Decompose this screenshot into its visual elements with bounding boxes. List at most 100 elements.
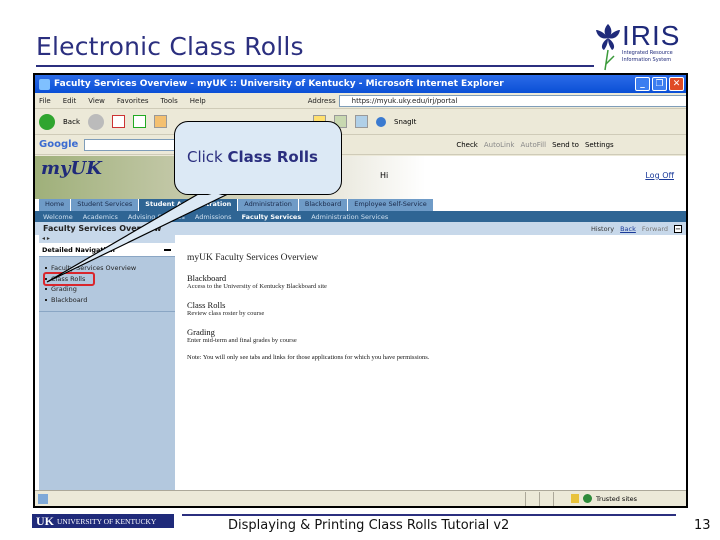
logoff-link[interactable]: Log Off	[645, 171, 674, 180]
section-title: Class Rolls	[187, 300, 226, 310]
section-title: Grading	[187, 327, 215, 337]
page-status-icon	[38, 493, 48, 504]
page-header-bar: Faculty Services Overview History Back F…	[35, 222, 686, 235]
google-autofill-button[interactable]: AutoFill	[520, 141, 546, 149]
subtab-welcome[interactable]: Welcome	[43, 213, 73, 221]
sub-tabs: Welcome Academics Advising Services Admi…	[35, 211, 686, 222]
address-input[interactable]: https://myuk.uky.edu/irj/portal	[338, 94, 686, 107]
iris-logo: IRIS Integrated Resource Information Sys…	[594, 20, 694, 72]
address-label: Address	[307, 96, 336, 105]
subtab-administration-services[interactable]: Administration Services	[311, 213, 388, 221]
nav-list: Faculty Services Overview Class Rolls Gr…	[39, 257, 175, 305]
snagit-button[interactable]: SnagIt	[394, 118, 416, 126]
nav-title: Detailed Navigation	[42, 245, 115, 254]
page-heading: Faculty Services Overview	[43, 224, 162, 233]
section-grading: Grading Enter mid-term and final grades …	[187, 327, 667, 344]
nav-arrows[interactable]: ◂ ▸	[39, 235, 175, 243]
forward-arrow-icon[interactable]	[88, 113, 104, 130]
menu-tools[interactable]: Tools	[161, 97, 178, 105]
menu-edit[interactable]: Edit	[63, 97, 77, 105]
section-desc: Review class roster by course	[187, 310, 265, 317]
messenger-icon[interactable]	[355, 115, 368, 128]
footer-rule	[182, 514, 676, 516]
subtab-admissions[interactable]: Admissions	[195, 213, 232, 221]
back-arrow-icon[interactable]	[39, 113, 55, 130]
refresh-icon[interactable]	[133, 115, 146, 128]
subtab-faculty-services[interactable]: Faculty Services	[242, 213, 302, 221]
nav-item-faculty-services-overview[interactable]: Faculty Services Overview	[45, 263, 175, 274]
menu-bar: File Edit View Favorites Tools Help Addr…	[35, 93, 686, 109]
bullet-icon	[45, 298, 47, 301]
section-desc: Access to the University of Kentucky Bla…	[187, 283, 327, 290]
section-title: Blackboard	[187, 273, 227, 283]
browser-window: Faculty Services Overview - myUK :: Univ…	[33, 73, 688, 508]
bullet-icon	[45, 288, 47, 291]
slide-number: 13	[694, 518, 711, 533]
nav-divider	[39, 311, 175, 312]
home-icon[interactable]	[154, 115, 167, 128]
permissions-note: Note: You will only see tabs and links f…	[187, 354, 430, 361]
close-button[interactable]: ✕	[669, 77, 684, 91]
lock-icon	[571, 494, 579, 503]
nav-item-class-rolls[interactable]: Class Rolls	[43, 271, 95, 286]
google-sendto-button[interactable]: Send to	[552, 141, 579, 149]
minimize-pane-icon[interactable]: −	[674, 224, 682, 233]
tab-student-administration[interactable]: Student Administration	[139, 199, 239, 211]
menu-view[interactable]: View	[88, 97, 105, 105]
menu-help[interactable]: Help	[190, 97, 206, 105]
back-button[interactable]: Back	[63, 118, 80, 126]
iris-flower-icon	[596, 24, 620, 71]
collapse-icon[interactable]	[164, 248, 171, 251]
uk-footer-logo: UK UNIVERSITY OF KENTUCKY	[32, 514, 174, 528]
google-settings-button[interactable]: Settings	[585, 141, 614, 149]
menu-favorites[interactable]: Favorites	[117, 97, 149, 105]
back-link[interactable]: Back	[620, 225, 636, 233]
status-bar: Trusted sites	[35, 490, 686, 506]
ie-icon	[39, 78, 50, 90]
section-class-rolls: Class Rolls Review class roster by cours…	[187, 300, 667, 317]
window-title: Faculty Services Overview - myUK :: Univ…	[54, 79, 504, 89]
google-logo: Google	[39, 139, 79, 150]
subtab-academics[interactable]: Academics	[83, 213, 118, 221]
bullet-icon	[45, 267, 47, 270]
overview-content: myUK Faculty Services Overview Blackboar…	[187, 249, 667, 361]
google-autolink-button[interactable]: AutoLink	[484, 141, 515, 149]
google-toolbar: Google Check AutoLink AutoFill Send to S…	[35, 135, 686, 155]
tab-student-services[interactable]: Student Services	[71, 199, 140, 211]
section-desc: Enter mid-term and final grades by cours…	[187, 337, 297, 344]
nav-item-blackboard[interactable]: Blackboard	[45, 295, 175, 306]
instruction-callout: Click Class Rolls	[174, 121, 342, 195]
iris-subtitle: Integrated Resource Information System	[622, 50, 673, 63]
tab-home[interactable]: Home	[39, 199, 72, 211]
tab-blackboard[interactable]: Blackboard	[298, 199, 349, 211]
callout-target: Class Rolls	[227, 148, 318, 166]
callout-text: Click Class Rolls	[187, 148, 318, 166]
subtab-advising-services[interactable]: Advising Services	[128, 213, 185, 221]
title-rule	[36, 65, 594, 67]
security-zone: Trusted sites	[596, 494, 638, 503]
stop-icon[interactable]	[112, 115, 125, 128]
window-titlebar: Faculty Services Overview - myUK :: Univ…	[35, 75, 686, 93]
tab-administration[interactable]: Administration	[238, 199, 299, 211]
greeting: Hi	[380, 171, 389, 180]
top-tabs: Home Student Services Student Administra…	[35, 199, 686, 211]
browser-toolbar: Back SnagIt	[35, 109, 686, 135]
minimize-button[interactable]: _	[635, 77, 650, 91]
content-title: myUK Faculty Services Overview	[187, 253, 319, 263]
snagit-icon[interactable]	[376, 116, 386, 127]
tab-employee-self-service[interactable]: Employee Self-Service	[348, 199, 434, 211]
history-dropdown[interactable]: History	[591, 225, 614, 233]
google-check-button[interactable]: Check	[456, 141, 478, 149]
detailed-navigation: ◂ ▸ Detailed Navigation Faculty Services…	[39, 235, 175, 492]
trusted-zone-icon	[583, 494, 592, 503]
portal-page: myUK Hi Log Off Home Student Services St…	[35, 156, 686, 492]
menu-file[interactable]: File	[39, 97, 51, 105]
iris-wordmark: IRIS	[622, 20, 681, 51]
forward-link[interactable]: Forward	[642, 225, 668, 233]
portal-banner: myUK Hi Log Off	[35, 156, 686, 199]
address-bar: Address https://myuk.uky.edu/irj/portal …	[307, 94, 686, 107]
myuk-logo: myUK	[41, 158, 102, 179]
restore-button[interactable]: ❐	[652, 77, 667, 91]
nav-item-grading[interactable]: Grading	[45, 284, 175, 295]
footer-text: Displaying & Printing Class Rolls Tutori…	[228, 518, 510, 533]
